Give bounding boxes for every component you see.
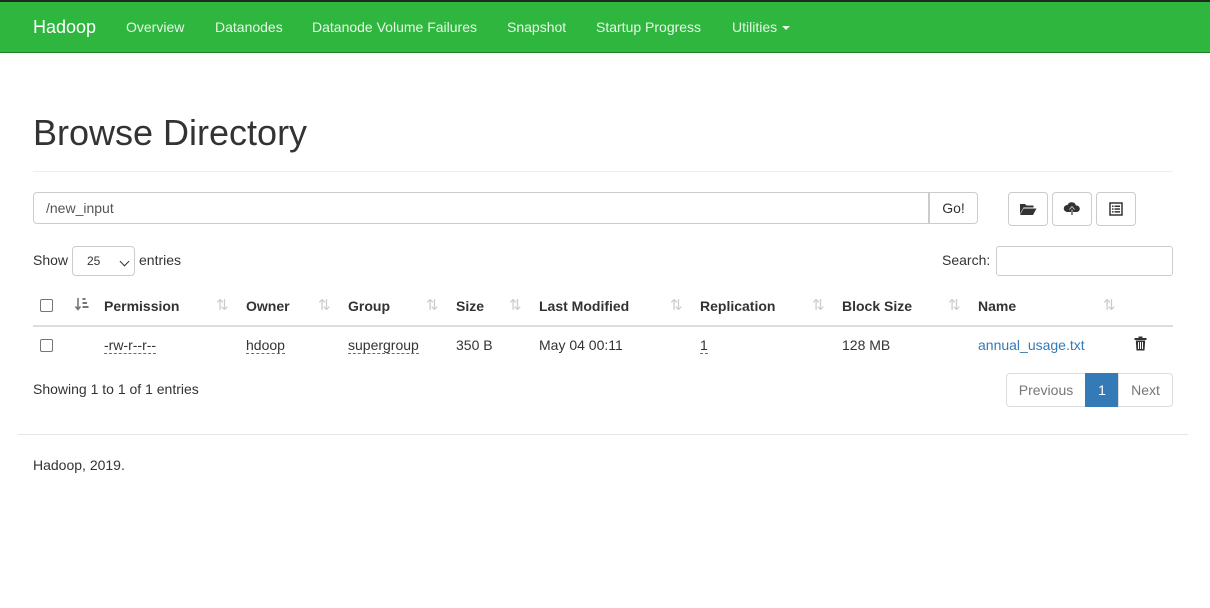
folder-open-icon — [1020, 204, 1037, 215]
owner-cell[interactable]: hdoop — [246, 337, 285, 354]
sort-ascending-icon[interactable] — [74, 297, 90, 312]
trash-icon[interactable] — [1134, 336, 1147, 351]
nav-datanode-volume-failures[interactable]: Datanode Volume Failures — [312, 19, 477, 35]
page-title: Browse Directory — [33, 112, 308, 153]
list-alt-icon — [1109, 202, 1123, 216]
entries-select[interactable]: 25 — [72, 246, 135, 276]
column-header-last-modified[interactable]: Last Modified — [539, 298, 629, 314]
sort-icon[interactable]: ⇅ — [948, 296, 960, 314]
sort-icon[interactable]: ⇅ — [216, 296, 228, 314]
sort-icon[interactable]: ⇅ — [426, 296, 438, 314]
footer-text: Hadoop, 2019. — [33, 457, 125, 473]
next-page-button[interactable]: Next — [1118, 373, 1173, 407]
sort-icon[interactable]: ⇅ — [318, 296, 330, 314]
entries-select-value: 25 — [87, 254, 101, 268]
sort-icon[interactable]: ⇅ — [509, 296, 521, 314]
search-input[interactable] — [996, 246, 1173, 276]
page-1-button[interactable]: 1 — [1085, 373, 1119, 407]
sort-icon[interactable]: ⇅ — [1103, 296, 1115, 314]
permission-cell[interactable]: -rw-r--r-- — [104, 337, 157, 354]
replication-cell[interactable]: 1 — [700, 337, 708, 354]
row-select-checkbox[interactable] — [40, 339, 53, 352]
block-size-cell: 128 MB — [842, 337, 891, 353]
column-header-group[interactable]: Group — [348, 298, 390, 314]
navbar: Hadoop Overview Datanodes Datanode Volum… — [0, 0, 1210, 53]
chevron-down-icon — [119, 256, 130, 267]
caret-down-icon — [782, 26, 791, 31]
table-header-border — [33, 325, 1173, 327]
directory-path-input[interactable] — [33, 192, 929, 224]
nav-utilities-label: Utilities — [732, 19, 778, 35]
sort-icon[interactable]: ⇅ — [812, 296, 824, 314]
nav-utilities-dropdown[interactable]: Utilities — [732, 19, 791, 35]
upload-button[interactable] — [1052, 192, 1092, 226]
nav-snapshot[interactable]: Snapshot — [507, 19, 566, 35]
cloud-upload-icon — [1063, 202, 1080, 215]
go-button[interactable]: Go! — [929, 192, 978, 224]
column-header-replication[interactable]: Replication — [700, 298, 775, 314]
column-header-size[interactable]: Size — [456, 298, 484, 314]
column-header-permission[interactable]: Permission — [104, 298, 179, 314]
cut-paste-button[interactable] — [1096, 192, 1136, 226]
size-cell: 350 B — [456, 337, 493, 353]
brand-link[interactable]: Hadoop — [33, 17, 96, 38]
column-header-block-size[interactable]: Block Size — [842, 298, 912, 314]
column-header-name[interactable]: Name — [978, 298, 1016, 314]
show-label: Show — [33, 252, 69, 268]
column-header-owner[interactable]: Owner — [246, 298, 290, 314]
table-info: Showing 1 to 1 of 1 entries — [33, 381, 199, 397]
sort-icon[interactable]: ⇅ — [670, 296, 682, 314]
nav-startup-progress[interactable]: Startup Progress — [596, 19, 701, 35]
file-name-link[interactable]: annual_usage.txt — [978, 337, 1085, 353]
nav-overview[interactable]: Overview — [126, 19, 184, 35]
entries-label: entries — [139, 252, 182, 268]
footer-divider — [18, 434, 1188, 435]
group-cell[interactable]: supergroup — [348, 337, 419, 354]
create-directory-button[interactable] — [1008, 192, 1048, 226]
select-all-checkbox[interactable] — [40, 299, 53, 312]
last-modified-cell: May 04 00:11 — [539, 337, 623, 353]
divider — [33, 171, 1173, 172]
search-label: Search: — [942, 252, 991, 268]
nav-datanodes[interactable]: Datanodes — [215, 19, 283, 35]
previous-page-button[interactable]: Previous — [1006, 373, 1086, 407]
